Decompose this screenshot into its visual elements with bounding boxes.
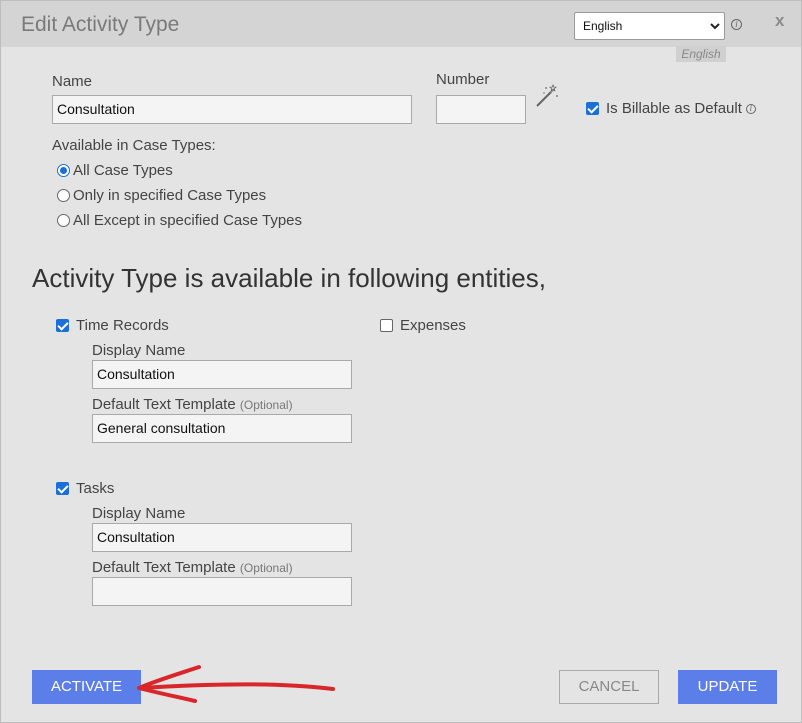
time-records-label: Time Records [76,317,169,334]
time-records-checkbox[interactable] [56,319,69,332]
cancel-button[interactable]: CANCEL [559,670,659,704]
radio-label: Only in specified Case Types [73,187,267,204]
time-records-template-label: Default Text Template (Optional) [92,396,293,413]
tasks-label: Tasks [76,480,115,497]
number-label: Number [436,71,490,88]
radio-label: All Except in specified Case Types [73,212,303,229]
info-icon[interactable]: i [731,19,742,30]
update-button[interactable]: UPDATE [678,670,777,704]
annotation-arrow-icon [137,665,335,703]
radio-button[interactable] [57,189,70,202]
radio-only-specified[interactable]: Only in specified Case Types [57,187,266,204]
tasks-display-name-input[interactable]: Consultation [92,523,352,552]
entities-heading: Activity Type is available in following … [32,263,546,293]
template-label-text: Default Text Template [92,559,236,576]
tasks-template-label: Default Text Template (Optional) [92,559,293,576]
radio-button[interactable] [57,164,70,177]
radio-all-except[interactable]: All Except in specified Case Types [57,212,302,229]
tasks-checkbox-row[interactable]: Tasks [56,480,114,497]
radio-label: All Case Types [73,162,173,179]
tasks-checkbox[interactable] [56,482,69,495]
case-types-label: Available in Case Types: [52,137,216,154]
billable-checkbox-row[interactable]: Is Billable as Default i [586,100,756,117]
billable-checkbox[interactable] [586,102,599,115]
language-tag: English [676,46,726,62]
activate-button[interactable]: ACTIVATE [32,670,141,704]
expenses-checkbox-row[interactable]: Expenses [380,317,466,334]
name-label: Name [52,73,93,90]
time-records-checkbox-row[interactable]: Time Records [56,317,169,334]
expenses-label: Expenses [400,317,466,334]
language-select[interactable]: English [574,12,725,40]
template-label-text: Default Text Template [92,396,236,413]
close-button[interactable]: x [775,11,784,31]
tasks-template-input[interactable] [92,577,352,606]
magic-wand-icon[interactable] [533,84,559,110]
tasks-display-name-label: Display Name [92,505,186,522]
chevron-down-icon [710,23,720,30]
time-records-display-name-input[interactable]: Consultation [92,360,352,389]
dialog-titlebar: Edit Activity Type English i x [1,1,801,47]
optional-label: (Optional) [239,561,293,575]
language-select-value: English [583,19,623,33]
radio-all-case-types[interactable]: All Case Types [57,162,173,179]
optional-label: (Optional) [239,398,293,412]
edit-activity-type-dialog: Edit Activity Type English i x English N… [0,0,802,723]
radio-button[interactable] [57,214,70,227]
billable-label: Is Billable as Default [606,100,742,117]
dialog-title: Edit Activity Type [21,13,180,36]
time-records-template-input[interactable]: General consultation [92,414,352,443]
expenses-checkbox[interactable] [380,319,393,332]
info-icon[interactable]: i [745,103,756,114]
time-records-display-name-label: Display Name [92,342,186,359]
number-input[interactable] [436,95,526,124]
name-input[interactable]: Consultation [52,95,412,124]
